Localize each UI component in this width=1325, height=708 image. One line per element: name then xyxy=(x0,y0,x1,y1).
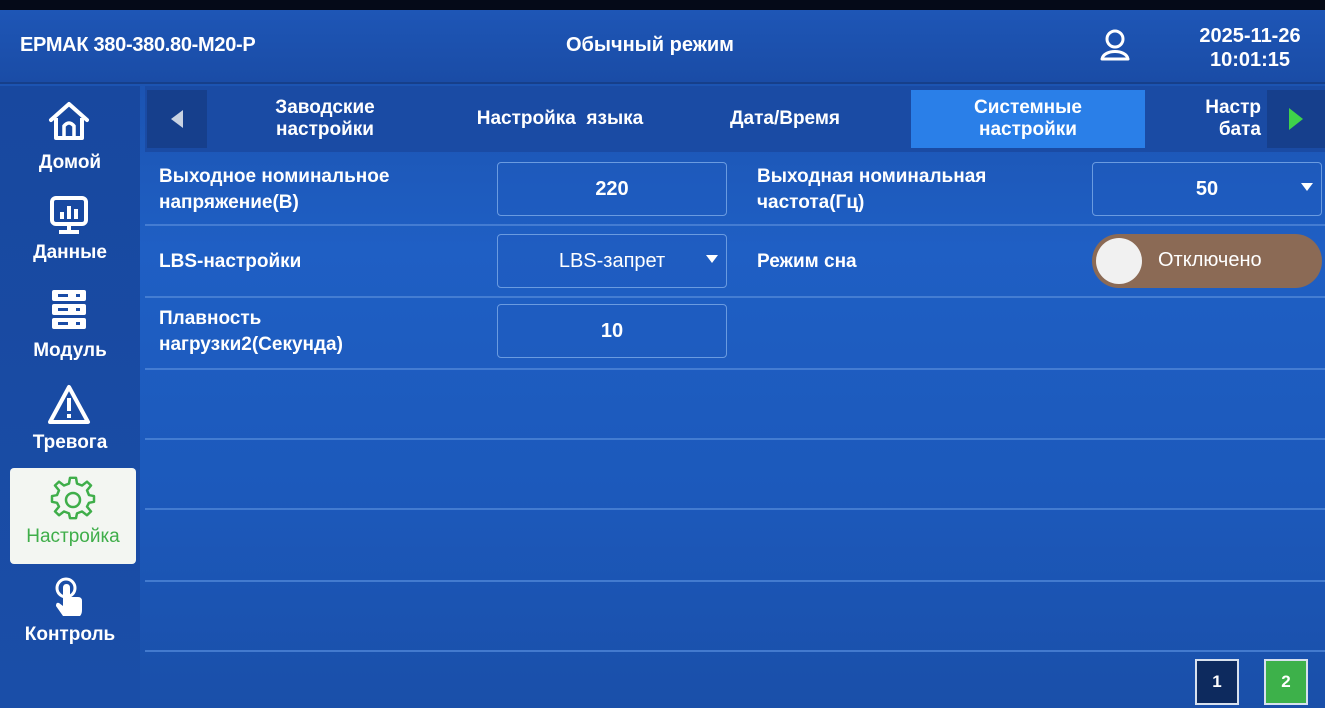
monitor-chart-icon xyxy=(50,196,88,234)
load-smoothness-label: Плавность нагрузки2(Секунда) xyxy=(159,306,343,358)
mode-title: Обычный режим xyxy=(566,34,734,56)
row-divider xyxy=(145,650,1325,652)
nav-item-data[interactable]: Данные xyxy=(0,184,140,274)
nav-label-data: Данные xyxy=(33,242,107,263)
tab-bar: Заводские настройки Настройка языка Дата… xyxy=(145,86,1325,152)
gear-icon xyxy=(50,476,96,520)
tab-scroll-left-button[interactable] xyxy=(147,90,207,148)
date-text: 2025-11-26 xyxy=(1199,25,1301,47)
output-voltage-label: Выходное номинальное напряжение(В) xyxy=(159,164,389,216)
label-line: Выходная номинальная xyxy=(757,166,987,187)
nav-label-control: Контроль xyxy=(24,624,116,645)
tab-label: настройки xyxy=(275,119,374,140)
nav-label-module: Модуль xyxy=(33,340,107,361)
header-bar: ЕРМАК 380-380.80-M20-P Обычный режим 202… xyxy=(0,10,1325,84)
time-text: 10:01:15 xyxy=(1209,49,1291,71)
touch-hand-icon xyxy=(55,577,82,616)
tab-label: бата xyxy=(1218,119,1261,140)
label-line: Выходное номинальное xyxy=(159,166,390,187)
sleep-mode-state: Отключено xyxy=(1158,249,1262,271)
device-name: ЕРМАК 380-380.80-M20-P xyxy=(20,34,256,56)
datetime: 2025-11-26 10:01:15 xyxy=(1180,24,1320,72)
hmi-screen: ЕРМАК 380-380.80-M20-P Обычный режим 202… xyxy=(0,0,1325,708)
tab-label: Настройка языка xyxy=(476,108,644,129)
nav-label-home: Домой xyxy=(38,152,102,173)
label-line: Плавность xyxy=(159,308,262,329)
page-2-button[interactable]: 2 xyxy=(1264,659,1308,705)
toggle-knob xyxy=(1096,238,1142,284)
settings-panel: Выходное номинальное напряжение(В) 220 В… xyxy=(145,156,1325,708)
lbs-settings-select[interactable]: LBS-запрет xyxy=(497,234,727,288)
nav-item-module[interactable]: Модуль xyxy=(0,278,140,368)
sleep-mode-label: Режим сна xyxy=(757,251,857,272)
tab-label: настройки xyxy=(978,119,1077,140)
tab-label: Настр xyxy=(1205,97,1261,118)
tab-battery-settings[interactable]: Настр бата xyxy=(1177,90,1267,148)
row-divider xyxy=(145,368,1325,370)
tab-label: Дата/Время xyxy=(729,108,841,129)
row-divider xyxy=(145,438,1325,440)
nav-label-alarm: Тревога xyxy=(32,432,108,453)
dropdown-caret-icon xyxy=(1301,183,1313,191)
tab-date-time[interactable]: Дата/Время xyxy=(695,90,875,148)
tab-label: Заводские xyxy=(275,97,375,118)
label-line: напряжение(В) xyxy=(159,192,299,213)
server-rack-icon xyxy=(52,290,86,329)
warning-triangle-icon xyxy=(48,385,90,424)
label-line: нагрузки2(Секунда) xyxy=(159,334,343,355)
sleep-mode-toggle[interactable]: Отключено xyxy=(1092,234,1322,288)
triangle-left-icon xyxy=(171,110,183,128)
home-icon xyxy=(49,102,89,140)
screen-bezel xyxy=(0,0,1325,10)
page-1-button[interactable]: 1 xyxy=(1195,659,1239,705)
tab-factory-settings[interactable]: Заводские настройки xyxy=(215,90,435,148)
nav-item-alarm[interactable]: Тревога xyxy=(0,374,140,464)
tab-language[interactable]: Настройка языка xyxy=(443,90,677,148)
user-icon[interactable] xyxy=(1098,28,1132,62)
output-frequency-label: Выходная номинальная частота(Гц) xyxy=(757,164,986,216)
lbs-settings-value: LBS-запрет xyxy=(558,249,666,272)
tab-label: Системные xyxy=(974,97,1082,118)
load-smoothness-field[interactable]: 10 xyxy=(497,304,727,358)
nav-item-home[interactable]: Домой xyxy=(0,90,140,180)
nav-item-control[interactable]: Контроль xyxy=(0,568,140,658)
row-divider xyxy=(145,296,1325,298)
sidebar: Домой Данные Модуль Тревога Настройка Ко… xyxy=(0,86,140,708)
output-frequency-value: 50 xyxy=(1195,177,1219,200)
output-frequency-select[interactable]: 50 xyxy=(1092,162,1322,216)
label-line: частота(Гц) xyxy=(757,192,865,213)
triangle-right-icon xyxy=(1289,108,1303,130)
lbs-settings-label: LBS-настройки xyxy=(159,251,302,272)
row-divider xyxy=(145,580,1325,582)
tab-scroll-right-button[interactable] xyxy=(1267,90,1325,148)
nav-item-settings[interactable]: Настройка xyxy=(10,468,136,564)
row-divider xyxy=(145,508,1325,510)
output-voltage-field[interactable]: 220 xyxy=(497,162,727,216)
tab-system-settings[interactable]: Системные настройки xyxy=(911,90,1145,148)
dropdown-caret-icon xyxy=(706,255,718,263)
row-divider xyxy=(145,224,1325,226)
nav-label-settings: Настройка xyxy=(26,526,120,547)
